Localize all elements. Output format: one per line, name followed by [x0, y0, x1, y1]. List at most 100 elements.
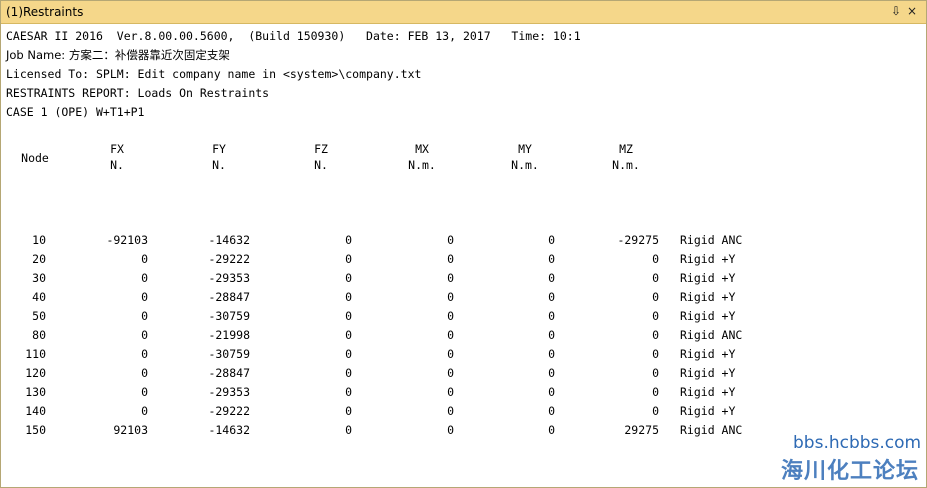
- cell-mz: 0: [652, 252, 659, 266]
- cell-node: 120: [25, 366, 46, 380]
- table-row: 140 0 -29222 0 0 0 0 Rigid +Y: [1, 404, 926, 423]
- table-row: 80 0 -21998 0 0 0 0 Rigid ANC: [1, 328, 926, 347]
- cell-fy: -14632: [208, 233, 250, 247]
- cell-fx: 0: [141, 309, 148, 323]
- title-bar[interactable]: (1)Restraints ⇩ ×: [1, 1, 926, 24]
- cell-node: 50: [32, 309, 46, 323]
- cell-my: 0: [548, 404, 555, 418]
- cell-fz: 0: [345, 366, 352, 380]
- cell-fy: -29353: [208, 385, 250, 399]
- cell-fy: -29353: [208, 271, 250, 285]
- cell-my: 0: [548, 328, 555, 342]
- cell-fy: -28847: [208, 290, 250, 304]
- cell-mx: 0: [447, 385, 454, 399]
- cell-my: 0: [548, 366, 555, 380]
- cell-node: 150: [25, 423, 46, 437]
- cell-my: 0: [548, 271, 555, 285]
- cell-fy: -29222: [208, 404, 250, 418]
- cell-type: Rigid +Y: [680, 366, 736, 380]
- cell-type: Rigid ANC: [680, 328, 743, 342]
- table-row: 120 0 -28847 0 0 0 0 Rigid +Y: [1, 366, 926, 385]
- cell-mz: 0: [652, 328, 659, 342]
- cell-node: 20: [32, 252, 46, 266]
- cell-mx: 0: [447, 423, 454, 437]
- program-info-line: CAESAR II 2016 Ver.8.00.00.5600, (Build …: [6, 29, 581, 43]
- table-row: 130 0 -29353 0 0 0 0 Rigid +Y: [1, 385, 926, 404]
- cell-mz: -29275: [617, 233, 659, 247]
- cell-type: Rigid +Y: [680, 252, 736, 266]
- table-row: 50 0 -30759 0 0 0 0 Rigid +Y: [1, 309, 926, 328]
- cell-mx: 0: [447, 290, 454, 304]
- table-row: 110 0 -30759 0 0 0 0 Rigid +Y: [1, 347, 926, 366]
- cell-node: 140: [25, 404, 46, 418]
- cell-mz: 0: [652, 366, 659, 380]
- cell-node: 30: [32, 271, 46, 285]
- cell-fx: 0: [141, 252, 148, 266]
- cell-fx: -92103: [106, 233, 148, 247]
- cell-my: 0: [548, 385, 555, 399]
- table-row: 40 0 -28847 0 0 0 0 Rigid +Y: [1, 290, 926, 309]
- cell-mx: 0: [447, 347, 454, 361]
- cell-fz: 0: [345, 347, 352, 361]
- cell-type: Rigid ANC: [680, 233, 743, 247]
- cell-my: 0: [548, 309, 555, 323]
- cell-fy: -29222: [208, 252, 250, 266]
- table-row: 10 -92103 -14632 0 0 0 -29275 Rigid ANC: [1, 233, 926, 252]
- close-icon[interactable]: ×: [905, 4, 919, 18]
- cell-type: Rigid +Y: [680, 404, 736, 418]
- cell-fy: -14632: [208, 423, 250, 437]
- cell-fx: 0: [141, 366, 148, 380]
- restraints-window: (1)Restraints ⇩ × CAESAR II 2016 Ver.8.0…: [0, 0, 927, 488]
- window-title: (1)Restraints: [6, 5, 84, 19]
- pin-icon[interactable]: ⇩: [889, 4, 903, 18]
- cell-mx: 0: [447, 366, 454, 380]
- cell-fz: 0: [345, 233, 352, 247]
- col-header-fy: FY N.: [212, 142, 226, 172]
- cell-node: 10: [32, 233, 46, 247]
- cell-fz: 0: [345, 309, 352, 323]
- cell-mz: 0: [652, 271, 659, 285]
- cell-fx: 92103: [113, 423, 148, 437]
- cell-mz: 0: [652, 347, 659, 361]
- col-header-fz: FZ N.: [314, 142, 328, 172]
- cell-fz: 0: [345, 385, 352, 399]
- cell-fx: 0: [141, 290, 148, 304]
- table-row: 150 92103 -14632 0 0 0 29275 Rigid ANC: [1, 423, 926, 442]
- cell-fx: 0: [141, 385, 148, 399]
- cell-fx: 0: [141, 271, 148, 285]
- cell-fx: 0: [141, 328, 148, 342]
- cell-my: 0: [548, 233, 555, 247]
- cell-type: Rigid ANC: [680, 423, 743, 437]
- cell-mz: 29275: [624, 423, 659, 437]
- cell-type: Rigid +Y: [680, 309, 736, 323]
- cell-fy: -30759: [208, 309, 250, 323]
- cell-fy: -28847: [208, 366, 250, 380]
- cell-type: Rigid +Y: [680, 347, 736, 361]
- license-line: Licensed To: SPLM: Edit company name in …: [6, 67, 422, 81]
- table-row: 30 0 -29353 0 0 0 0 Rigid +Y: [1, 271, 926, 290]
- cell-my: 0: [548, 347, 555, 361]
- cell-mx: 0: [447, 309, 454, 323]
- col-header-mx: MX N.m.: [408, 142, 436, 172]
- col-header-node: Node: [21, 151, 49, 165]
- cell-fy: -21998: [208, 328, 250, 342]
- cell-mz: 0: [652, 290, 659, 304]
- cell-type: Rigid +Y: [680, 290, 736, 304]
- cell-node: 40: [32, 290, 46, 304]
- watermark-name: 海川化工论坛: [781, 459, 920, 484]
- cell-mz: 0: [652, 309, 659, 323]
- col-header-mz: MZ N.m.: [612, 142, 640, 172]
- cell-mz: 0: [652, 404, 659, 418]
- cell-fx: 0: [141, 347, 148, 361]
- cell-fy: -30759: [208, 347, 250, 361]
- col-header-my: MY N.m.: [511, 142, 539, 172]
- cell-mx: 0: [447, 404, 454, 418]
- cell-mz: 0: [652, 385, 659, 399]
- cell-my: 0: [548, 290, 555, 304]
- cell-fz: 0: [345, 328, 352, 342]
- cell-node: 130: [25, 385, 46, 399]
- cell-fz: 0: [345, 271, 352, 285]
- cell-fz: 0: [345, 290, 352, 304]
- table-row: 20 0 -29222 0 0 0 0 Rigid +Y: [1, 252, 926, 271]
- cell-fx: 0: [141, 404, 148, 418]
